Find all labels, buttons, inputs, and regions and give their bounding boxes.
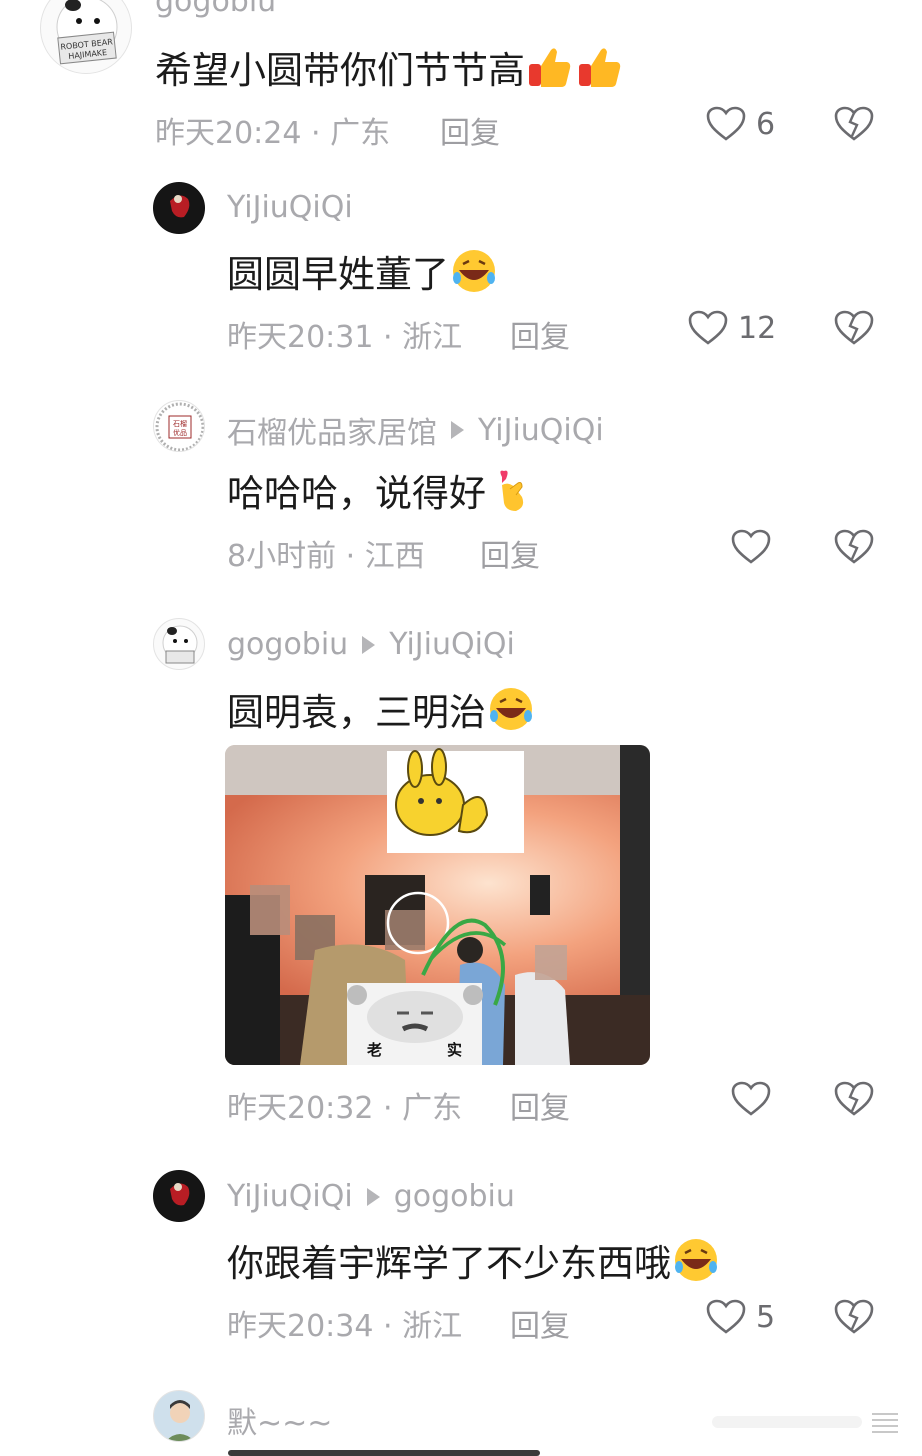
username[interactable]: 默~~~ xyxy=(227,1398,332,1442)
avatar[interactable] xyxy=(153,1390,205,1442)
reply-arrow-icon xyxy=(366,1187,380,1206)
comment-text-content: 圆圆早姓董了 xyxy=(227,253,449,296)
username-text: YiJiuQiQi xyxy=(227,190,353,225)
rofl-emoji-icon xyxy=(453,250,495,292)
like-count: 5 xyxy=(756,1299,776,1335)
svg-text:优品: 优品 xyxy=(173,428,187,437)
heart-icon xyxy=(706,106,746,141)
robot-bear-avatar-icon: ROBOT BEAR HAJIMAKE xyxy=(56,0,118,65)
comment-text: 你跟着宇辉学了不少东西哦 xyxy=(227,1233,719,1287)
reply-button[interactable]: 回复 xyxy=(440,108,500,152)
reply-button[interactable]: 回复 xyxy=(510,1083,570,1127)
thumbs-up-icon xyxy=(529,48,571,87)
avatar[interactable]: 石榴 优品 xyxy=(153,400,205,452)
dark-avatar-icon xyxy=(154,183,204,233)
heart-icon xyxy=(706,1299,746,1334)
broken-heart-icon xyxy=(834,529,874,564)
comment-meta: 昨天20:34 · 浙江 xyxy=(227,1309,463,1344)
image-preview-bar xyxy=(228,1450,540,1456)
comment-image[interactable]: 老 实 xyxy=(225,745,650,1065)
broken-heart-icon xyxy=(834,1299,874,1334)
dislike-button[interactable] xyxy=(834,106,874,146)
dislike-button[interactable] xyxy=(834,310,874,350)
avatar[interactable]: ROBOT BEAR HAJIMAKE xyxy=(40,0,132,74)
like-button[interactable]: 5 xyxy=(706,1299,775,1335)
comment-text-content: 你跟着宇辉学了不少东西哦 xyxy=(227,1242,671,1285)
dislike-button[interactable] xyxy=(834,1081,874,1121)
reply-button[interactable]: 回复 xyxy=(510,312,570,356)
comment-text-content: 哈哈哈，说得好 xyxy=(227,472,486,515)
username[interactable]: YiJiuQiQi gogobiu xyxy=(227,1179,515,1214)
like-button[interactable]: 12 xyxy=(688,310,776,346)
dark-avatar-icon xyxy=(154,1171,204,1221)
broken-heart-icon xyxy=(834,106,874,141)
reply-to-username[interactable]: gogobiu xyxy=(394,1179,515,1214)
username-text: 默~~~ xyxy=(227,1406,333,1441)
like-button[interactable]: 6 xyxy=(706,106,775,142)
reply-to-username[interactable]: YiJiuQiQi xyxy=(478,413,604,448)
thumbs-up-icon xyxy=(579,48,621,87)
shop-logo-icon: 石榴 优品 xyxy=(155,402,204,451)
rofl-emoji-icon xyxy=(490,688,532,730)
username-text: 石榴优品家居馆 xyxy=(227,416,437,451)
heart-icon xyxy=(688,310,728,345)
comment-text-content: 圆明袁，三明治 xyxy=(227,691,486,734)
watermark-logo-icon xyxy=(712,1413,898,1433)
finger-heart-emoji-icon xyxy=(500,470,524,511)
reply-button[interactable]: 回复 xyxy=(510,1301,570,1345)
broken-heart-icon xyxy=(834,310,874,345)
reply-arrow-icon xyxy=(451,421,464,439)
username[interactable]: gogobiu YiJiuQiQi xyxy=(227,627,515,662)
person-avatar-icon xyxy=(154,1391,204,1441)
avatar[interactable] xyxy=(153,182,205,234)
heart-icon xyxy=(731,1081,771,1116)
broken-heart-icon xyxy=(834,1081,874,1116)
like-button[interactable] xyxy=(731,1081,771,1117)
reply-to-username[interactable]: YiJiuQiQi xyxy=(389,627,515,662)
robot-bear-avatar-icon xyxy=(162,625,198,664)
comment-meta: 昨天20:32 · 广东 xyxy=(227,1091,463,1126)
avatar[interactable] xyxy=(153,618,205,670)
svg-text:石榴: 石榴 xyxy=(173,419,187,428)
username-text: YiJiuQiQi xyxy=(227,1179,353,1214)
comment-meta: 8小时前 · 江西 xyxy=(227,539,425,574)
like-count: 12 xyxy=(738,310,777,346)
svg-text:实: 实 xyxy=(447,1041,462,1059)
comment-meta: 昨天20:31 · 浙江 xyxy=(227,320,463,355)
rofl-emoji-icon xyxy=(675,1239,717,1281)
like-count: 6 xyxy=(756,106,776,142)
comment-photo: 老 实 xyxy=(225,745,650,1065)
username-text: gogobiu xyxy=(227,627,349,662)
like-button[interactable] xyxy=(731,529,771,565)
username[interactable]: 石榴优品家居馆 YiJiuQiQi xyxy=(227,408,604,452)
reply-button[interactable]: 回复 xyxy=(480,531,540,575)
comment-meta: 昨天20:24 · 广东 xyxy=(155,116,391,151)
username-text: gogobiu xyxy=(155,0,277,19)
heart-icon xyxy=(731,529,771,564)
comment-text: 圆圆早姓董了 xyxy=(227,244,497,298)
svg-text:老: 老 xyxy=(366,1041,382,1059)
comment-text: 哈哈哈，说得好 xyxy=(227,463,534,517)
username[interactable]: gogobiu xyxy=(155,0,276,19)
comment-text-content: 希望小圆带你们节节高 xyxy=(155,49,525,92)
comment-text: 希望小圆带你们节节高 xyxy=(155,40,625,94)
dislike-button[interactable] xyxy=(834,529,874,569)
comment-text: 圆明袁，三明治 xyxy=(227,682,534,736)
reply-arrow-icon xyxy=(362,635,376,654)
avatar[interactable] xyxy=(153,1170,205,1222)
dislike-button[interactable] xyxy=(834,1299,874,1339)
username[interactable]: YiJiuQiQi xyxy=(227,190,353,225)
watermark xyxy=(712,1408,902,1436)
